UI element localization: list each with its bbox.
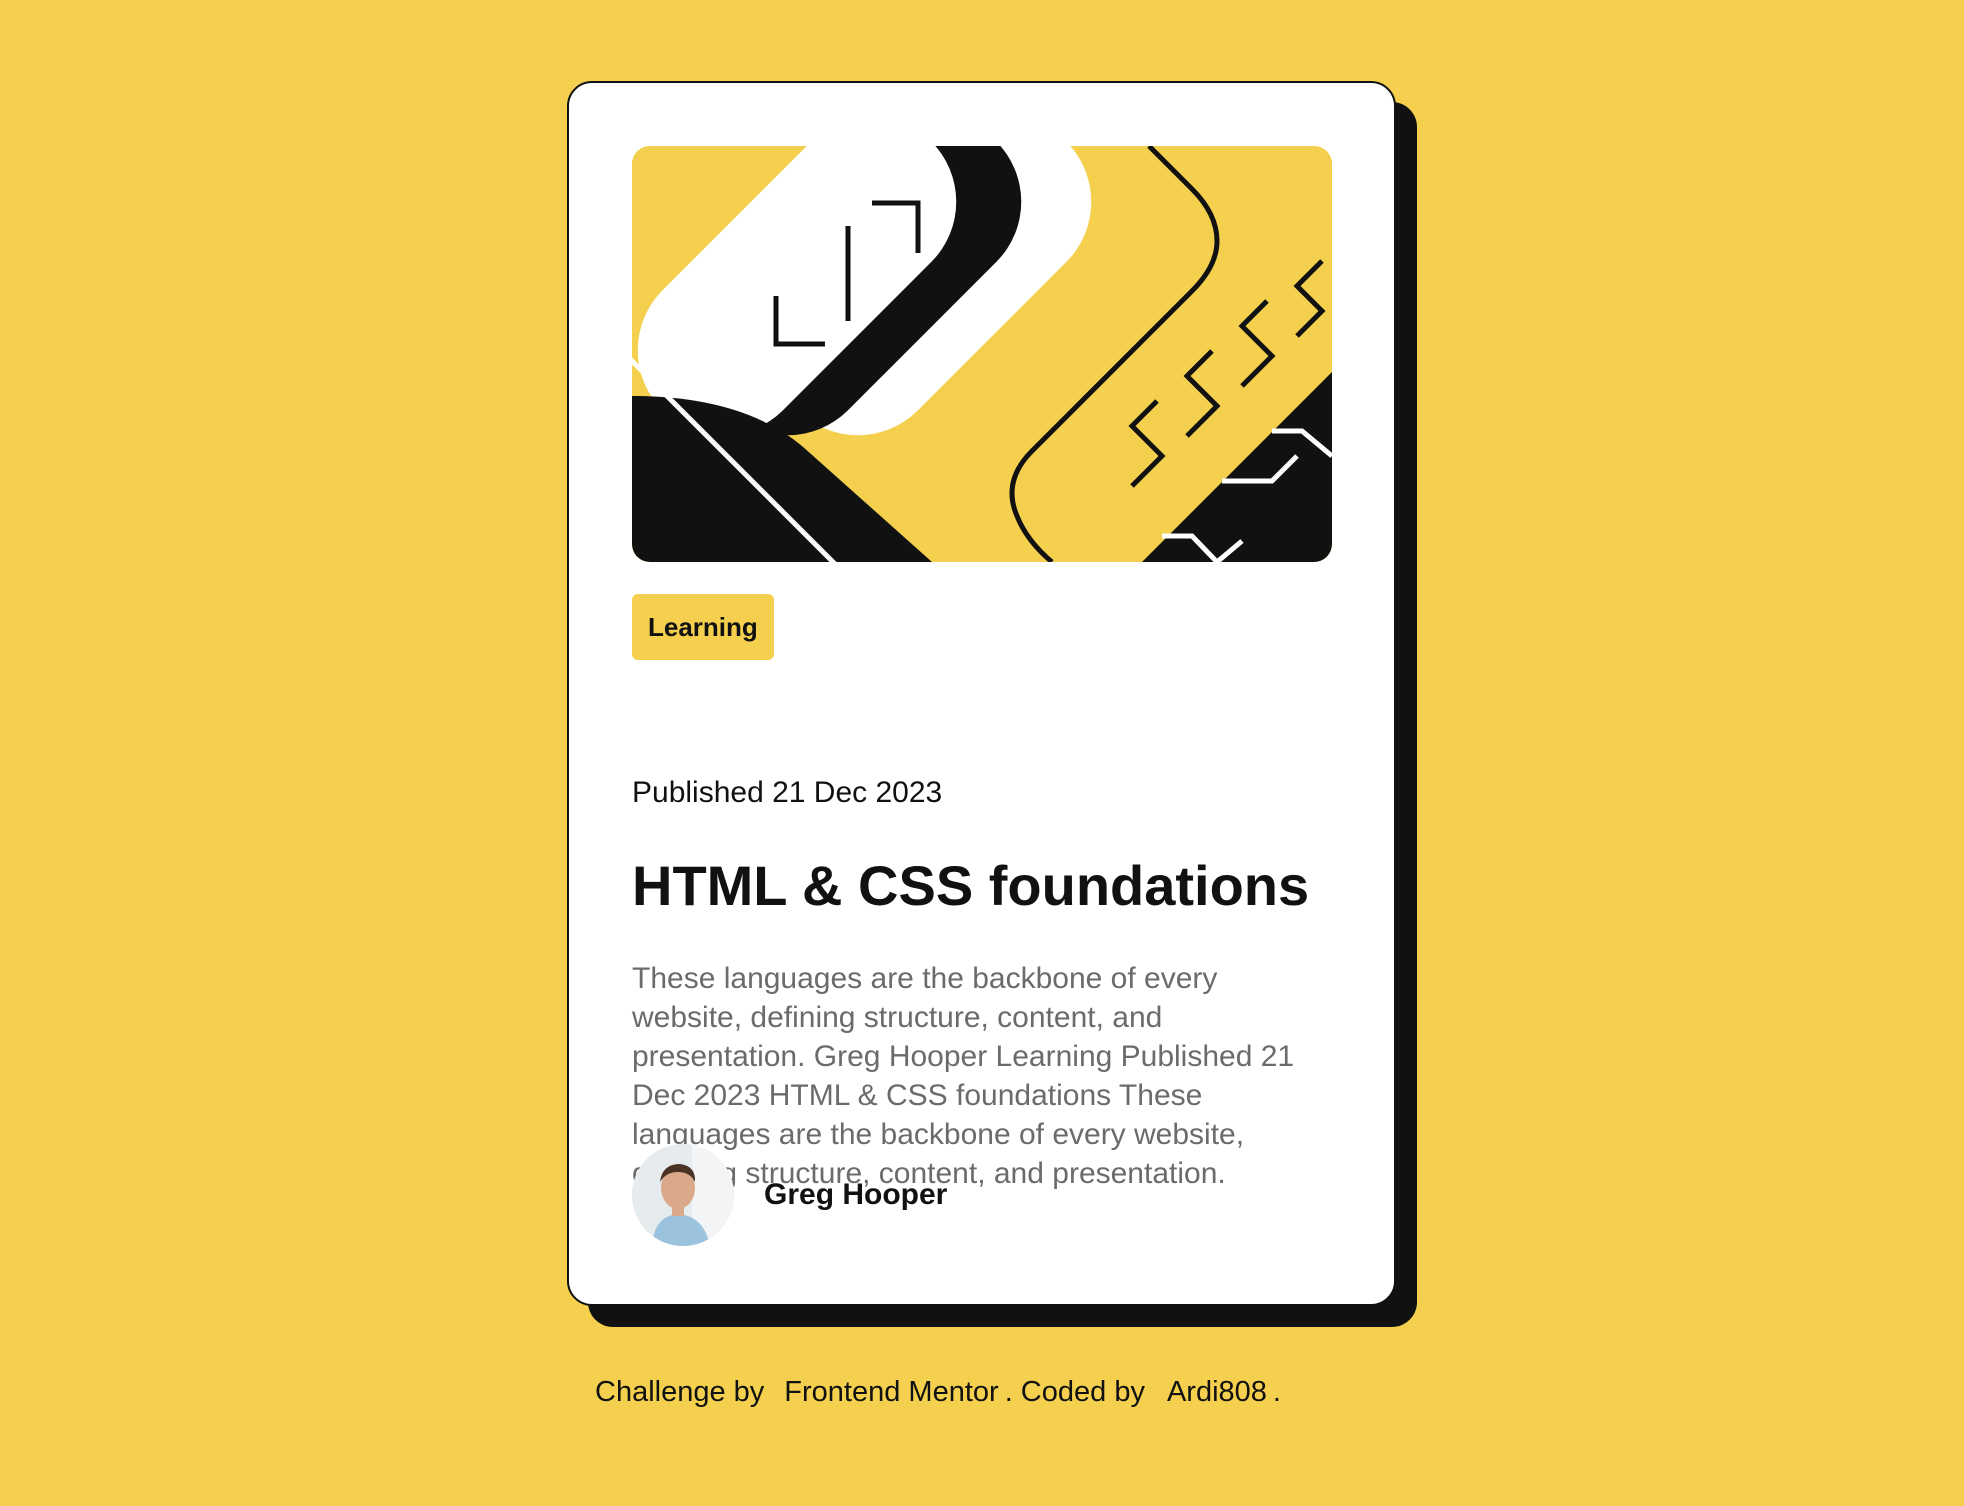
category-tag: Learning: [632, 594, 774, 660]
frontend-mentor-link[interactable]: Frontend Mentor: [784, 1376, 998, 1408]
published-date: Published 21 Dec 2023: [632, 776, 943, 809]
person-avatar-icon: [632, 1144, 734, 1246]
attribution-prefix: Challenge by: [595, 1376, 765, 1408]
attribution: Challenge by Frontend Mentor. Coded by Ard…: [595, 1372, 1281, 1412]
attribution-middle: . Coded by: [1004, 1376, 1145, 1408]
attribution-suffix: .: [1272, 1376, 1281, 1408]
blog-preview-card: Learning Published 21 Dec 2023 HTML & CS…: [567, 81, 1396, 1306]
hero-illustration: [632, 146, 1332, 562]
card-title[interactable]: HTML & CSS foundations: [632, 851, 1309, 921]
abstract-illustration-icon: [632, 146, 1332, 562]
avatar: [632, 1144, 734, 1246]
coder-link[interactable]: Ardi808: [1167, 1376, 1267, 1408]
author: Greg Hooper: [632, 1144, 947, 1246]
author-name: Greg Hooper: [764, 1178, 948, 1211]
